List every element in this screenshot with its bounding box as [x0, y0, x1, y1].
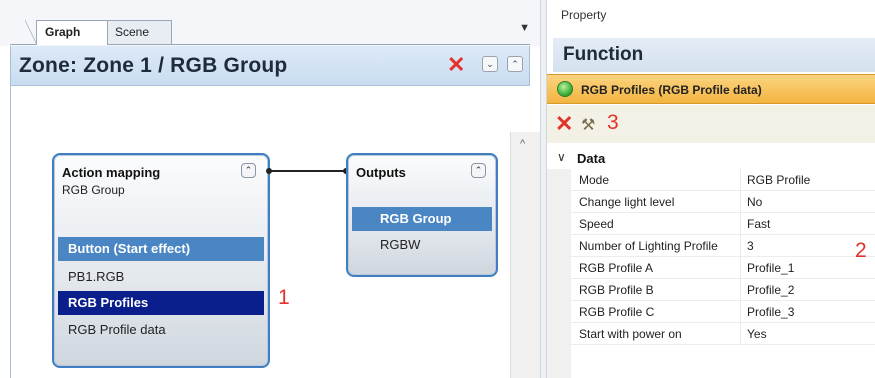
property-group-data[interactable]: ∨ Data	[547, 148, 875, 170]
collapse-icon[interactable]: ⌃	[241, 163, 256, 178]
property-name: Number of Lighting Profile	[579, 239, 718, 253]
graph-panel: Scene Graph ▼ Zone: Zone 1 / RGB Group ✕…	[0, 0, 540, 378]
column-divider	[740, 235, 741, 257]
tab-scene-label: Scene	[115, 25, 150, 39]
panel-splitter[interactable]	[540, 0, 547, 378]
column-divider	[740, 169, 741, 191]
group-label: Data	[577, 151, 606, 166]
tab-strip: Scene Graph ▼	[0, 0, 540, 46]
node-row-label: PB1.RGB	[68, 269, 125, 284]
expand-icon[interactable]: ⌄	[482, 56, 498, 72]
tab-scene[interactable]: Scene	[95, 20, 172, 45]
property-row[interactable]: Change light level No	[571, 191, 875, 213]
node-row-rgbw[interactable]: RGBW	[352, 233, 492, 257]
column-divider	[740, 257, 741, 279]
node-row-label: RGB Profile data	[68, 322, 166, 337]
property-row[interactable]: RGB Profile A Profile_1	[571, 257, 875, 279]
node-title: Outputs	[356, 165, 406, 180]
property-row[interactable]: RGB Profile C Profile_3	[571, 301, 875, 323]
zone-title: Zone: Zone 1 / RGB Group	[19, 54, 288, 77]
property-row[interactable]: Number of Lighting Profile 3	[571, 235, 875, 257]
property-grid: ∨ Data Mode RGB Profile Change light lev…	[547, 145, 875, 378]
property-value[interactable]: RGB Profile	[747, 173, 810, 187]
scroll-up-icon[interactable]: ^	[520, 138, 525, 150]
property-name: Speed	[579, 217, 614, 231]
property-row[interactable]: Speed Fast	[571, 213, 875, 235]
node-row-label: RGB Group	[380, 211, 452, 226]
function-title: Function	[563, 44, 644, 65]
node-row-label: Button (Start effect)	[68, 241, 191, 256]
tools-icon[interactable]: ⚒	[581, 115, 595, 135]
property-name: Start with power on	[579, 327, 682, 341]
profile-header[interactable]: RGB Profiles (RGB Profile data)	[547, 74, 875, 104]
node-subtitle: RGB Group	[62, 183, 125, 197]
node-row-label: RGB Profiles	[68, 295, 149, 310]
property-name: RGB Profile A	[579, 261, 654, 275]
property-value[interactable]: Yes	[747, 327, 767, 341]
outputs-node[interactable]: Outputs ⌃ RGB Group RGBW	[346, 153, 498, 277]
property-value[interactable]: Profile_2	[747, 283, 794, 297]
grid-gutter	[547, 169, 571, 378]
node-row-rgb-profile-data[interactable]: RGB Profile data	[58, 318, 264, 342]
annotation-marker: 3	[607, 111, 619, 134]
connector-port-out[interactable]	[266, 168, 272, 174]
node-row-pb1-rgb[interactable]: PB1.RGB	[58, 265, 264, 289]
delete-icon[interactable]: ✕	[555, 111, 573, 137]
profile-header-label: RGB Profiles (RGB Profile data)	[581, 83, 762, 97]
tab-graph-label: Graph	[45, 25, 81, 39]
node-row-rgb-profiles[interactable]: RGB Profiles	[58, 291, 264, 315]
property-name: Mode	[579, 173, 610, 187]
annotation-marker: 2	[855, 239, 867, 262]
status-ok-icon	[557, 81, 573, 97]
annotation-marker: 1	[278, 286, 290, 309]
property-row[interactable]: RGB Profile B Profile_2	[571, 279, 875, 301]
property-row[interactable]: Start with power on Yes	[571, 323, 875, 345]
column-divider	[740, 323, 741, 345]
close-icon[interactable]: ✕	[447, 52, 465, 78]
node-row-rgb-group[interactable]: RGB Group	[352, 207, 492, 231]
property-value[interactable]: Profile_1	[747, 261, 794, 275]
property-name: Change light level	[579, 195, 675, 209]
column-divider	[740, 279, 741, 301]
property-value[interactable]: Profile_3	[747, 305, 794, 319]
property-value[interactable]: 3	[747, 239, 754, 253]
chevron-down-icon[interactable]: ▼	[519, 22, 530, 34]
node-title: Action mapping	[62, 165, 161, 180]
property-name: RGB Profile B	[579, 283, 654, 297]
column-divider	[740, 191, 741, 213]
action-mapping-node[interactable]: Action mapping RGB Group ⌃ Button (Start…	[52, 153, 270, 368]
property-value[interactable]: Fast	[747, 217, 770, 231]
property-panel: Property Function RGB Profiles (RGB Prof…	[547, 0, 875, 378]
zone-header: Zone: Zone 1 / RGB Group ✕ ⌄ ⌃	[10, 46, 530, 86]
property-value[interactable]: No	[747, 195, 762, 209]
collapse-icon[interactable]: ⌃	[507, 56, 523, 72]
function-header: Function	[553, 38, 875, 72]
node-row-label: RGBW	[380, 237, 421, 252]
property-name: RGB Profile C	[579, 305, 655, 319]
column-divider	[740, 301, 741, 323]
app-window: Scene Graph ▼ Zone: Zone 1 / RGB Group ✕…	[0, 0, 875, 378]
column-divider	[740, 213, 741, 235]
tab-graph[interactable]: Graph	[25, 20, 108, 45]
node-row-button-start-effect[interactable]: Button (Start effect)	[58, 237, 264, 261]
vertical-scrollbar[interactable]: ^	[510, 132, 540, 378]
collapse-icon[interactable]: ⌃	[471, 163, 486, 178]
property-toolbar: ✕ ⚒ 3	[547, 105, 875, 143]
property-row[interactable]: Mode RGB Profile	[571, 169, 875, 191]
connector-line	[268, 170, 348, 172]
chevron-down-icon[interactable]: ∨	[557, 150, 566, 164]
panel-label: Property	[561, 8, 607, 22]
